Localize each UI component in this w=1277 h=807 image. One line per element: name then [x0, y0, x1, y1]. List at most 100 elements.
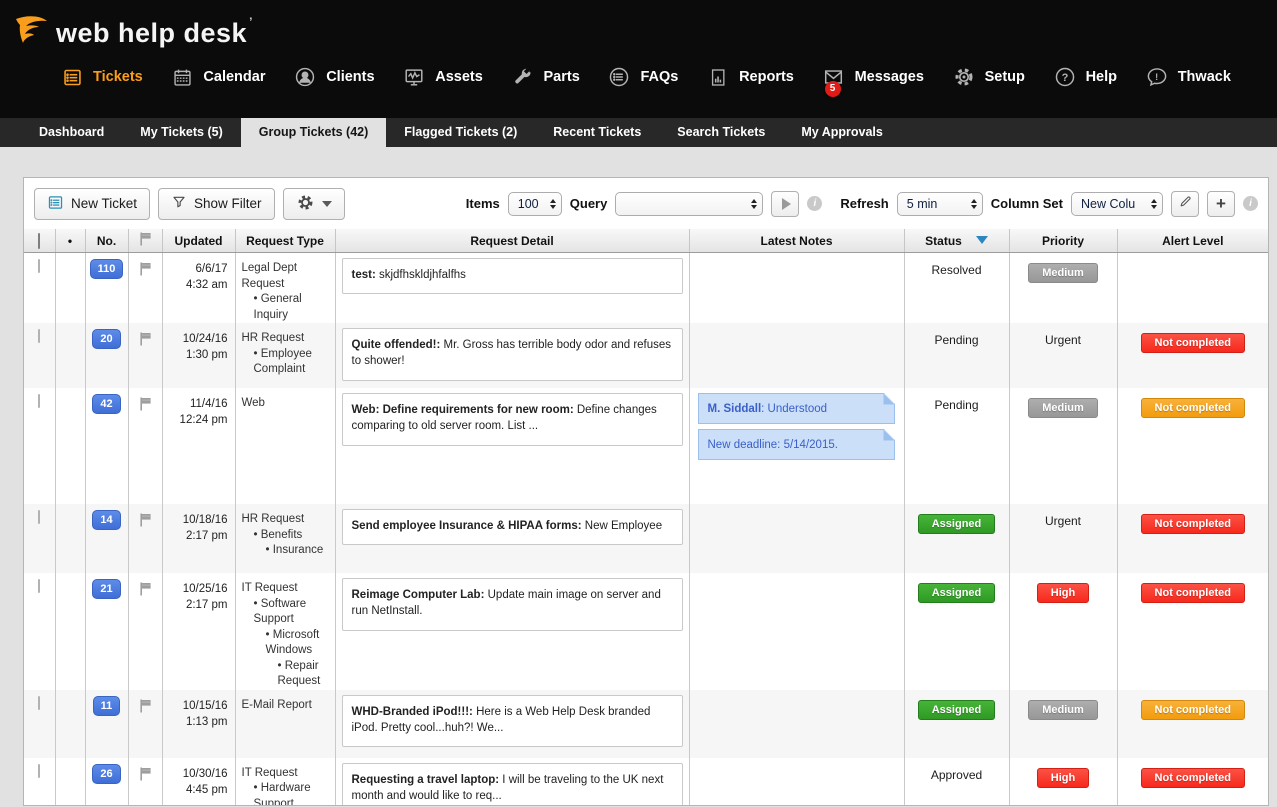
column-header-flag[interactable]	[128, 229, 162, 253]
column-header-updated[interactable]: Updated	[162, 229, 235, 253]
column-header-priority[interactable]: Priority	[1009, 229, 1117, 253]
column-header-label: Alert Level	[1162, 234, 1223, 248]
flag-icon[interactable]	[138, 396, 153, 415]
cell-status: Resolved	[904, 253, 1009, 324]
query-info-icon[interactable]	[807, 196, 822, 211]
column-set-select[interactable]: New Colu	[1071, 192, 1163, 216]
ticket-note[interactable]: New deadline: 5/14/2015.	[698, 429, 895, 460]
tab-my-approvals[interactable]: My Approvals	[783, 118, 901, 147]
nav-item-help[interactable]: ?Help	[1053, 65, 1117, 89]
flag-icon[interactable]	[138, 581, 153, 600]
nav-item-thwack[interactable]: !Thwack	[1145, 65, 1231, 89]
edit-column-set-button[interactable]	[1171, 191, 1199, 217]
ticket-number-badge[interactable]: 11	[93, 696, 121, 716]
column-header-label: Request Detail	[470, 234, 553, 248]
row-checkbox[interactable]	[38, 764, 40, 778]
nav-item-tickets[interactable]: Tickets	[60, 65, 143, 89]
nav-item-faqs[interactable]: FAQs	[607, 65, 678, 89]
column-header-label: Status	[925, 234, 962, 248]
ticket-number-badge[interactable]: 20	[92, 329, 120, 349]
cell-unread	[55, 388, 85, 504]
alert-level-badge: Not completed	[1141, 333, 1245, 353]
row-checkbox[interactable]	[38, 579, 40, 593]
run-query-button[interactable]	[771, 191, 799, 217]
new-ticket-list-icon	[47, 194, 64, 214]
request-detail-box[interactable]: Quite offended!: Mr. Gross has terrible …	[342, 328, 683, 381]
cell-request-type: HR RequestEmployee Complaint	[235, 323, 335, 388]
column-header-status[interactable]: Status	[904, 229, 1009, 253]
row-checkbox[interactable]	[38, 329, 40, 343]
cell-alert-level: Not completed	[1117, 388, 1268, 504]
flag-icon[interactable]	[138, 766, 153, 785]
cell-alert-level: Not completed	[1117, 504, 1268, 573]
cell-latest-notes	[689, 253, 904, 324]
request-detail-box[interactable]: Reimage Computer Lab: Update main image …	[342, 578, 683, 631]
nav-item-clients[interactable]: Clients	[293, 65, 374, 89]
items-select[interactable]: 100	[508, 192, 562, 216]
row-checkbox[interactable]	[38, 259, 40, 273]
cell-priority: High	[1009, 573, 1117, 690]
ticket-number-badge[interactable]: 110	[90, 259, 124, 279]
column-header-unread[interactable]: •	[55, 229, 85, 253]
cell-request-detail: Quite offended!: Mr. Gross has terrible …	[335, 323, 689, 388]
nav-item-setup[interactable]: Setup	[952, 65, 1025, 89]
refresh-select[interactable]: 5 min	[897, 192, 983, 216]
flag-icon[interactable]	[138, 512, 153, 531]
flag-icon[interactable]	[138, 331, 153, 350]
alert-level-badge: Not completed	[1141, 700, 1245, 720]
new-ticket-button[interactable]: New Ticket	[34, 188, 150, 220]
tab-search-tickets[interactable]: Search Tickets	[659, 118, 783, 147]
nav-item-reports[interactable]: Reports	[706, 65, 794, 89]
cell-number: 11	[85, 690, 128, 758]
row-checkbox[interactable]	[38, 510, 40, 524]
cell-request-detail: Web: Define requirements for new room: D…	[335, 388, 689, 504]
ticket-number-badge[interactable]: 26	[92, 764, 120, 784]
select-all-checkbox[interactable]	[38, 233, 40, 249]
nav-item-messages[interactable]: 5Messages	[822, 65, 924, 89]
request-type-line: Legal Dept Request	[242, 261, 332, 292]
updated-date: 10/25/16	[163, 581, 228, 597]
request-detail-box[interactable]: Requesting a travel laptop: I will be tr…	[342, 763, 683, 806]
request-detail-box[interactable]: test: skjdfhskldjhfalfhs	[342, 258, 683, 294]
ticket-number-badge[interactable]: 42	[92, 394, 120, 414]
tab-group-tickets-42[interactable]: Group Tickets (42)	[241, 118, 387, 147]
updated-date: 10/24/16	[163, 331, 228, 347]
flag-icon[interactable]	[138, 261, 153, 280]
flag-icon[interactable]	[138, 698, 153, 717]
add-column-set-button[interactable]	[1207, 191, 1235, 217]
request-detail-box[interactable]: Web: Define requirements for new room: D…	[342, 393, 683, 446]
column-header-latest-notes[interactable]: Latest Notes	[689, 229, 904, 253]
ticket-number-badge[interactable]: 14	[92, 510, 120, 530]
cell-priority: Urgent	[1009, 504, 1117, 573]
nav-item-calendar[interactable]: Calendar	[170, 65, 265, 89]
table-settings-button[interactable]	[283, 188, 345, 220]
column-set-info-icon[interactable]	[1243, 196, 1258, 211]
column-header-request-type[interactable]: Request Type	[235, 229, 335, 253]
ticket-note[interactable]: M. Siddall: Understood	[698, 393, 895, 424]
column-header-number[interactable]: No.	[85, 229, 128, 253]
cell-flag	[128, 388, 162, 504]
request-detail-box[interactable]: Send employee Insurance & HIPAA forms: N…	[342, 509, 683, 545]
query-select[interactable]	[615, 192, 763, 216]
column-header-alert-level[interactable]: Alert Level	[1117, 229, 1268, 253]
cell-priority: Medium	[1009, 690, 1117, 758]
show-filter-button[interactable]: Show Filter	[158, 188, 275, 220]
tab-my-tickets-5[interactable]: My Tickets (5)	[122, 118, 240, 147]
note-author: M. Siddall	[708, 403, 762, 415]
column-header-request-detail[interactable]: Request Detail	[335, 229, 689, 253]
column-header-label: Request Type	[246, 234, 324, 248]
nav-item-assets[interactable]: Assets	[402, 65, 483, 89]
cell-status: Assigned	[904, 690, 1009, 758]
cell-updated: 10/30/164:45 pm	[162, 758, 235, 806]
show-filter-label: Show Filter	[194, 196, 262, 211]
tab-flagged-tickets-2[interactable]: Flagged Tickets (2)	[386, 118, 535, 147]
row-checkbox[interactable]	[38, 394, 40, 408]
tab-recent-tickets[interactable]: Recent Tickets	[535, 118, 659, 147]
ticket-number-badge[interactable]: 21	[92, 579, 120, 599]
request-detail-box[interactable]: WHD-Branded iPod!!!: Here is a Web Help …	[342, 695, 683, 748]
row-checkbox[interactable]	[38, 696, 40, 710]
column-header-select-all[interactable]	[24, 229, 55, 253]
tab-dashboard[interactable]: Dashboard	[21, 118, 122, 147]
nav-item-parts[interactable]: Parts	[511, 65, 580, 89]
cell-request-detail: Requesting a travel laptop: I will be tr…	[335, 758, 689, 806]
